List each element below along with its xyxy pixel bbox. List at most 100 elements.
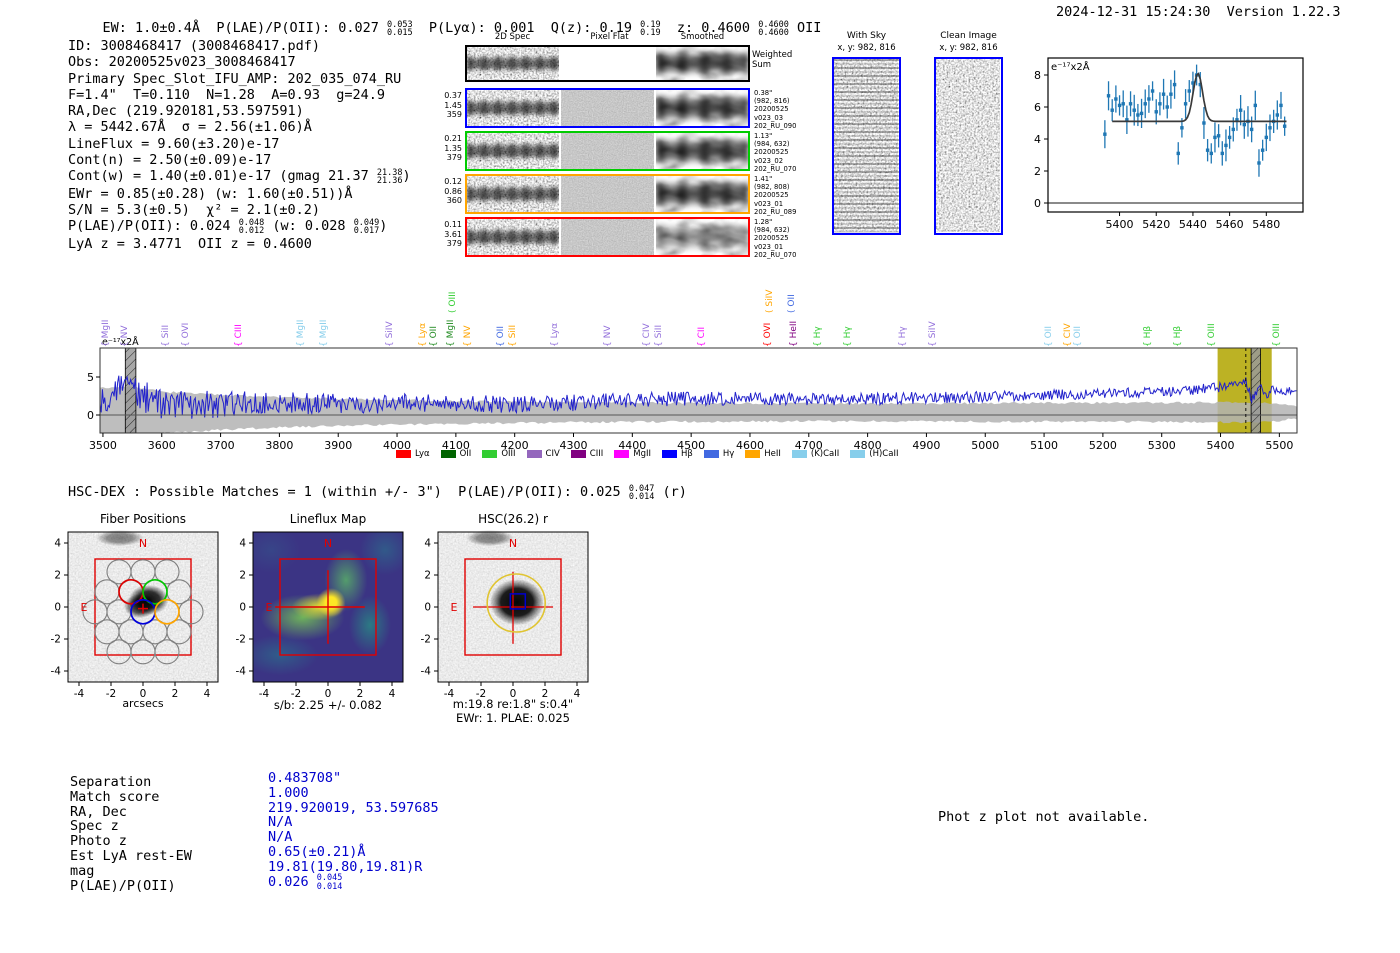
legend-swatch [791, 450, 807, 458]
info-line: LyA z = 3.4771 OII z = 0.4600 [68, 236, 411, 252]
info-line: λ = 5442.67Å σ = 2.56(±1.06)Å [68, 119, 411, 135]
text-segment: EWr = 0.85(±0.28) (w: 1.60(±0.51))Å [68, 185, 353, 202]
spec2d-row-left-labels: 0.21 1.35 379 [444, 134, 462, 162]
inset-x-tick: 5480 [1252, 218, 1280, 231]
legend-swatch [662, 450, 678, 458]
cutout-y-tick: 0 [239, 602, 246, 614]
cutout-y-tick: 4 [424, 538, 431, 550]
emission-line-label: { OII [1043, 326, 1054, 347]
legend-item: (K)CaII [791, 449, 839, 459]
with-sky-coords: x, y: 982, 816 [837, 43, 896, 53]
spectrum-x-tick: 3600 [148, 439, 176, 452]
match-row-label: Separation [70, 774, 152, 790]
with-sky-title: With Sky [846, 31, 887, 41]
spectrum-legend: Lyα OII OIII CIV CIII MgII Hβ Hγ HeII (K)CaII (H)C… [396, 449, 898, 459]
full-spectrum-chart: 3500 3600 3700 3800 3900 4000 4100 4200 4300 4400… [86, 332, 1356, 466]
legend-item: (H)CaII [850, 449, 898, 459]
legend-swatch [703, 450, 719, 458]
text-segment: ) [402, 168, 411, 185]
cutout-y-tick: -2 [236, 634, 246, 646]
match-row-label: Spec z [70, 818, 119, 835]
match-row-label: RA, Dec [70, 803, 127, 820]
header-plae: P(LAE)/P(OII): 0.027 [216, 20, 387, 36]
text-segment: (w: 0.028 [264, 218, 354, 235]
col-title-smoothed: Smoothed [680, 32, 725, 42]
info-line: P(LAE)/P(OII): 0.024 0.048 0.012 (w: 0.02… [68, 218, 411, 236]
emission-line-label: { OIII [1207, 323, 1218, 347]
text-segment: S/N = 5.3(±0.5) χ² = 2.1(±0.2) [68, 202, 320, 219]
cutout-y-tick: 2 [424, 570, 431, 582]
legend-item: CIV [526, 449, 560, 459]
spectrum-x-tick: 5100 [1030, 439, 1058, 452]
emission-line-label: ( OII [787, 294, 798, 313]
hsc-dex-match-line: HSC-DEX : Possible Matches = 1 (within +… [68, 484, 687, 502]
cutout-y-tick: -2 [421, 634, 431, 646]
clean-image [934, 57, 1003, 235]
ci-stack: 0.047 0.014 [628, 483, 655, 502]
legend-item: Hγ [703, 449, 734, 459]
spec2d-row-left-labels: 0.12 0.86 360 [444, 177, 462, 205]
text-segment: λ = 5442.67Å σ = 2.56(±1.06)Å [68, 119, 312, 136]
match-row-value: 0.026 0.045 0.014 [268, 874, 342, 892]
text-segment: LyA z = 3.4771 OII z = 0.4600 [68, 235, 312, 252]
header-datetime-version: 2024-12-31 15:24:30 Version 1.22.3 [1056, 4, 1341, 20]
emission-line-label: { Lyα [549, 322, 560, 347]
spec2d-row-right-labels: 1.13" (984, 632) 20200525 v023_02 202_RU_070 [754, 132, 797, 173]
text-segment: N/A [268, 829, 293, 846]
spectrum-x-tick: 5400 [1207, 439, 1235, 452]
text-segment: Primary Spec_Slot_IFU_AMP: 202_035_074_R… [68, 70, 402, 87]
spectrum-x-tick: 3900 [324, 439, 352, 452]
spectrum-y-tick: 0 [87, 409, 94, 422]
info-line: LineFlux = 9.60(±3.20)e-17 [68, 136, 411, 152]
legend-item: MgII [614, 449, 651, 459]
fiber-positions-plot: NE-4-4-2-2002244 [51, 530, 219, 700]
cutout-y-tick: 0 [424, 602, 431, 614]
emission-line-label: { OII [428, 326, 439, 347]
legend-swatch [482, 450, 498, 458]
text-segment: N/A [268, 814, 293, 831]
emission-line-label: { NV [602, 325, 613, 347]
legend-label: OIII [501, 449, 516, 459]
inset-x-tick: 5400 [1106, 218, 1134, 231]
legend-label: CIV [545, 449, 560, 459]
photz-note: Phot z plot not available. [938, 809, 1150, 825]
text-segment: F=1.4" T=0.110 N=1.28 A=0.93 g=24.9 [68, 86, 385, 103]
emission-line-label: { CIV [1062, 323, 1073, 347]
emission-line-label: { CIV [641, 323, 652, 347]
col-title-pixelflat: Pixel Flat [590, 32, 629, 42]
spec2d-row-left-labels: 0.37 1.45 359 [444, 91, 462, 119]
legend-swatch [850, 450, 866, 458]
match-row-value: 19.81(19.80,19.81)R [268, 859, 422, 875]
cutout-y-tick: 0 [54, 602, 61, 614]
info-line: F=1.4" T=0.110 N=1.28 A=0.93 g=24.9 [68, 87, 411, 103]
legend-item: Lyα [396, 449, 430, 459]
header-ztype: OII [788, 20, 822, 36]
text-segment: 219.920019, 53.597685 [268, 799, 439, 816]
match-row-value: 219.920019, 53.597685 [268, 800, 439, 816]
text-segment: 0.026 [268, 873, 317, 890]
spec2d-row [465, 88, 750, 128]
cutout-y-tick: 2 [239, 570, 246, 582]
legend-item: OII [440, 449, 471, 459]
spectrum-x-tick: 5300 [1148, 439, 1176, 452]
text-segment: P(LAE)/P(OII): 0.024 [68, 218, 239, 235]
clean-image-title: Clean Image [940, 31, 997, 41]
compass-north-label: N [139, 537, 147, 550]
emission-line-label: { Hβ [1173, 325, 1184, 347]
legend-label: CIII [589, 449, 604, 459]
cutout-y-tick: -2 [51, 634, 61, 646]
emission-line-label: { MgII [100, 319, 111, 347]
compass-east-label: E [266, 601, 273, 614]
legend-swatch [570, 450, 586, 458]
emission-line-label: { SiII [507, 324, 518, 347]
emission-line-label: { OIII [1272, 323, 1283, 347]
cutout-y-tick: -4 [236, 666, 247, 678]
legend-swatch [526, 450, 542, 458]
emission-line-label: { SiIV [385, 321, 396, 347]
spec2d-row [465, 217, 750, 257]
text-segment: Cont(w) = 1.40(±0.01)e-17 (gmag 21.37 [68, 168, 377, 185]
cutout-y-tick: -4 [51, 666, 62, 678]
cutout-y-tick: 4 [239, 538, 246, 550]
match-row-value: 0.65(±0.21)Å [268, 844, 366, 860]
emission-line-label: { NV [463, 325, 474, 347]
